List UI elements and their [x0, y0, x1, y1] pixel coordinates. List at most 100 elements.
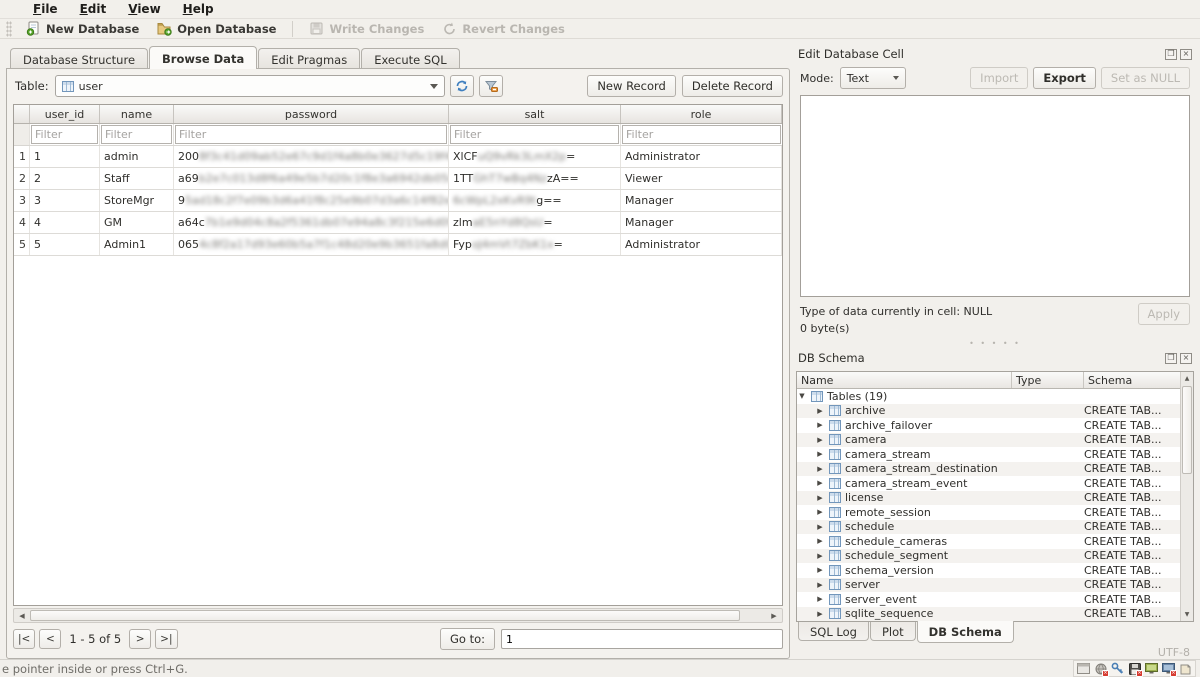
filter-input-user-id[interactable] — [31, 125, 98, 144]
scrollbar-thumb[interactable] — [30, 610, 740, 621]
chevron-collapsed-icon[interactable]: ▶ — [815, 508, 825, 516]
clear-filters-button[interactable] — [479, 75, 503, 97]
table-row[interactable]: 3 3 StoreMgr 95ad18c2f7e09b3d6a41f8c25e9… — [14, 190, 782, 212]
column-header-salt[interactable]: salt — [449, 105, 621, 123]
set-as-null-button[interactable]: Set as NULL — [1101, 67, 1190, 89]
column-header-user-id[interactable]: user_id — [30, 105, 100, 123]
tree-item[interactable]: ▶licenseCREATE TAB... — [797, 491, 1180, 506]
tree-column-name[interactable]: Name — [797, 372, 1012, 388]
mode-select[interactable]: Text — [840, 67, 906, 89]
tab-execute-sql[interactable]: Execute SQL — [361, 48, 459, 68]
chevron-collapsed-icon[interactable]: ▶ — [815, 450, 825, 458]
chevron-expanded-icon[interactable]: ▼ — [797, 392, 807, 400]
disk-tray-icon[interactable]: × — [1127, 662, 1142, 676]
tree-item[interactable]: ▶schema_versionCREATE TAB... — [797, 563, 1180, 578]
tree-item[interactable]: ▶archive_failoverCREATE TAB... — [797, 418, 1180, 433]
export-button[interactable]: Export — [1033, 67, 1096, 89]
filter-input-name[interactable] — [101, 125, 172, 144]
table-row[interactable]: 5 5 Admin1 0654c8f2a17d93e60b5a7f1c48d20… — [14, 234, 782, 256]
tree-root-tables[interactable]: ▼Tables (19) — [797, 389, 1180, 404]
chevron-collapsed-icon[interactable]: ▶ — [815, 523, 825, 531]
filter-input-role[interactable] — [622, 125, 781, 144]
display-tray-icon[interactable]: × — [1161, 662, 1176, 676]
tree-column-schema[interactable]: Schema — [1084, 372, 1180, 388]
chevron-collapsed-icon[interactable]: ▶ — [815, 436, 825, 444]
apply-button[interactable]: Apply — [1138, 303, 1190, 325]
delete-record-button[interactable]: Delete Record — [682, 75, 783, 97]
scrollbar-thumb[interactable] — [1182, 386, 1192, 474]
horizontal-scrollbar[interactable]: ◀ ▶ — [13, 608, 783, 623]
chevron-collapsed-icon[interactable]: ▶ — [815, 465, 825, 473]
clipboard-tray-icon[interactable] — [1178, 662, 1193, 676]
float-panel-icon[interactable]: ❐ — [1165, 49, 1177, 60]
menu-file[interactable]: File — [24, 0, 67, 18]
tree-item[interactable]: ▶sqlite_sequenceCREATE TAB... — [797, 607, 1180, 622]
chevron-collapsed-icon[interactable]: ▶ — [815, 421, 825, 429]
next-page-button[interactable]: > — [129, 629, 151, 649]
filter-input-password[interactable] — [175, 125, 447, 144]
menu-view[interactable]: View — [119, 0, 169, 18]
close-panel-icon[interactable]: × — [1180, 49, 1192, 60]
column-header-name[interactable]: name — [100, 105, 174, 123]
tree-item[interactable]: ▶schedule_segmentCREATE TAB... — [797, 549, 1180, 564]
open-database-button[interactable]: Open Database — [149, 19, 284, 38]
table-row[interactable]: 1 1 admin 2008f3c41d09ab52e67c9d1f4a8b0e… — [14, 146, 782, 168]
tree-item[interactable]: ▶serverCREATE TAB... — [797, 578, 1180, 593]
tree-column-type[interactable]: Type — [1012, 372, 1084, 388]
new-record-button[interactable]: New Record — [587, 75, 675, 97]
menu-help[interactable]: Help — [174, 0, 223, 18]
float-panel-icon[interactable]: ❐ — [1165, 353, 1177, 364]
chevron-collapsed-icon[interactable]: ▶ — [815, 610, 825, 618]
window-tray-icon[interactable] — [1076, 662, 1091, 676]
tab-database-structure[interactable]: Database Structure — [10, 48, 148, 68]
tab-sql-log[interactable]: SQL Log — [798, 622, 869, 641]
tree-vertical-scrollbar[interactable]: ▲ ▼ — [1180, 372, 1193, 621]
table-select[interactable]: user — [55, 75, 445, 97]
new-database-button[interactable]: New Database — [18, 19, 147, 38]
tree-item[interactable]: ▶cameraCREATE TAB... — [797, 433, 1180, 448]
tree-item[interactable]: ▶camera_streamCREATE TAB... — [797, 447, 1180, 462]
first-page-button[interactable]: |< — [13, 629, 35, 649]
chevron-collapsed-icon[interactable]: ▶ — [815, 494, 825, 502]
column-header-role[interactable]: role — [621, 105, 782, 123]
column-header-password[interactable]: password — [174, 105, 449, 123]
tree-item[interactable]: ▶camera_stream_destinationCREATE TAB... — [797, 462, 1180, 477]
chevron-collapsed-icon[interactable]: ▶ — [815, 552, 825, 560]
scroll-right-icon[interactable]: ▶ — [766, 609, 782, 622]
tab-browse-data[interactable]: Browse Data — [149, 46, 257, 69]
tree-item[interactable]: ▶camera_stream_eventCREATE TAB... — [797, 476, 1180, 491]
table-row[interactable]: 4 4 GM a64c7b1e9d04c8a2f5361db07e94a8c3f… — [14, 212, 782, 234]
panel-splitter[interactable]: • • • • • — [796, 339, 1194, 347]
chevron-collapsed-icon[interactable]: ▶ — [815, 566, 825, 574]
refresh-button[interactable] — [450, 75, 474, 97]
scroll-down-icon[interactable]: ▼ — [1181, 608, 1193, 621]
table-row[interactable]: 2 2 Staff a69b2e7c013d8f6a49e5b7d20c1f8e… — [14, 168, 782, 190]
goto-button[interactable]: Go to: — [440, 628, 495, 650]
tab-edit-pragmas[interactable]: Edit Pragmas — [258, 48, 360, 68]
scroll-left-icon[interactable]: ◀ — [14, 609, 30, 622]
tree-item[interactable]: ▶server_eventCREATE TAB... — [797, 592, 1180, 607]
scroll-up-icon[interactable]: ▲ — [1181, 372, 1193, 385]
prev-page-button[interactable]: < — [39, 629, 61, 649]
tree-item[interactable]: ▶remote_sessionCREATE TAB... — [797, 505, 1180, 520]
monitor-tray-icon[interactable] — [1144, 662, 1159, 676]
tree-item[interactable]: ▶scheduleCREATE TAB... — [797, 520, 1180, 535]
goto-input[interactable] — [501, 629, 783, 649]
menu-edit[interactable]: Edit — [71, 0, 116, 18]
key-tray-icon[interactable] — [1110, 662, 1125, 676]
filter-input-salt[interactable] — [450, 125, 619, 144]
chevron-collapsed-icon[interactable]: ▶ — [815, 479, 825, 487]
network-tray-icon[interactable]: × — [1093, 662, 1108, 676]
write-changes-button[interactable]: Write Changes — [301, 19, 432, 38]
tab-db-schema[interactable]: DB Schema — [917, 621, 1014, 643]
tree-item[interactable]: ▶schedule_camerasCREATE TAB... — [797, 534, 1180, 549]
close-panel-icon[interactable]: × — [1180, 353, 1192, 364]
last-page-button[interactable]: >| — [155, 629, 177, 649]
tree-item[interactable]: ▶archiveCREATE TAB... — [797, 404, 1180, 419]
import-button[interactable]: Import — [970, 67, 1028, 89]
cell-edit-textarea[interactable] — [800, 95, 1190, 297]
chevron-collapsed-icon[interactable]: ▶ — [815, 407, 825, 415]
chevron-collapsed-icon[interactable]: ▶ — [815, 537, 825, 545]
chevron-collapsed-icon[interactable]: ▶ — [815, 595, 825, 603]
revert-changes-button[interactable]: Revert Changes — [434, 19, 573, 38]
